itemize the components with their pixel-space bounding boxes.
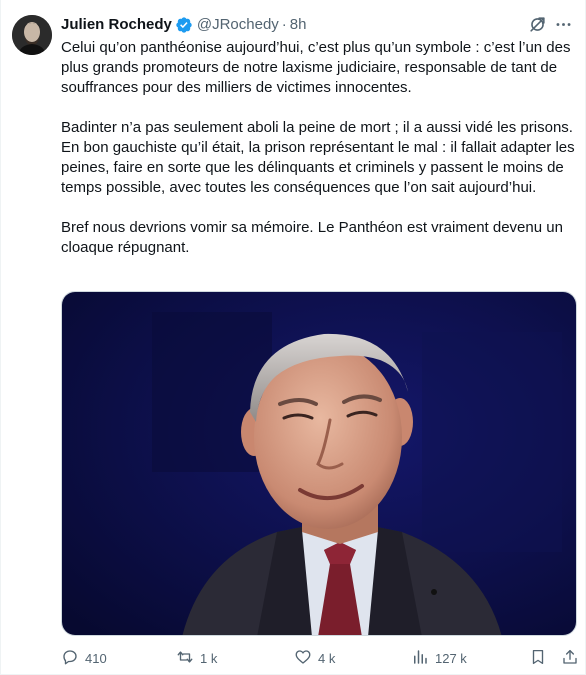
avatar-image — [12, 15, 52, 55]
like-count: 4 k — [318, 651, 336, 666]
reply-button[interactable]: 410 — [61, 648, 107, 669]
more-icon[interactable] — [553, 14, 573, 34]
tweet[interactable]: Julien Rochedy @JRochedy · 8h Celui qu’o… — [0, 0, 586, 675]
portrait-image — [62, 292, 576, 635]
tweet-text: Celui qu’on panthéonise aujourd’hui, c’e… — [61, 38, 577, 278]
grok-icon[interactable] — [527, 14, 547, 34]
repost-count: 1 k — [200, 651, 218, 666]
tweet-photo[interactable] — [61, 291, 577, 636]
tweet-header: Julien Rochedy @JRochedy · 8h — [61, 14, 573, 36]
verified-badge-icon — [175, 16, 193, 34]
heart-icon — [294, 648, 312, 669]
share-button[interactable] — [561, 648, 579, 669]
reply-count: 410 — [85, 651, 107, 666]
views-count: 127 k — [435, 651, 467, 666]
tweet-paragraph: Celui qu’on panthéonise aujourd’hui, c’e… — [61, 39, 571, 96]
like-button[interactable]: 4 k — [294, 648, 335, 669]
repost-icon — [176, 648, 194, 669]
avatar[interactable] — [12, 15, 52, 55]
bookmark-button[interactable] — [529, 648, 547, 669]
reply-icon — [61, 648, 79, 669]
author-handle[interactable]: @JRochedy — [197, 15, 279, 35]
timestamp[interactable]: 8h — [290, 15, 307, 35]
author-name[interactable]: Julien Rochedy — [61, 15, 172, 35]
tweet-paragraph: Badinter n’a pas seulement aboli la pein… — [61, 119, 575, 196]
bookmark-icon — [529, 648, 547, 669]
repost-button[interactable]: 1 k — [176, 648, 217, 669]
share-icon — [561, 648, 579, 669]
action-bar: 410 1 k 4 k 127 k — [61, 648, 581, 670]
views-button[interactable]: 127 k — [411, 648, 467, 669]
views-icon — [411, 648, 429, 669]
tweet-paragraph: Bref nous devrions vomir sa mémoire. Le … — [61, 219, 563, 256]
separator-dot: · — [281, 16, 287, 33]
